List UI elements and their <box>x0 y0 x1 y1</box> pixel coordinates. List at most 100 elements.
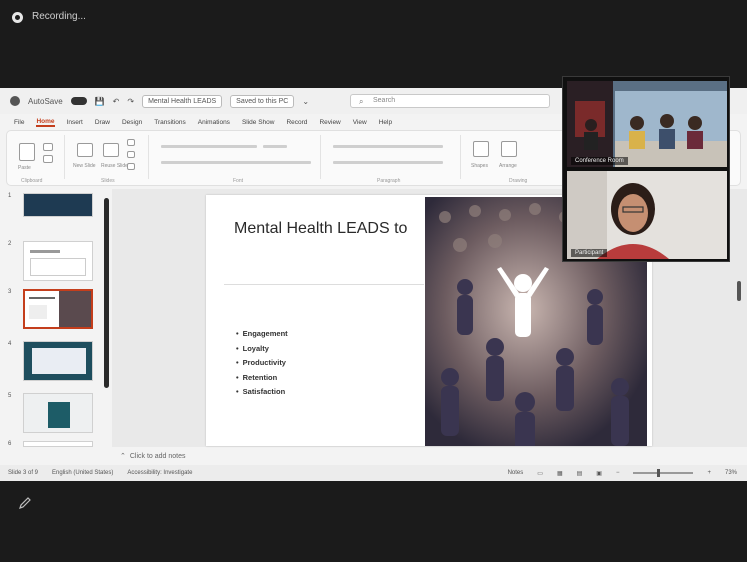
search-icon: ⌕ <box>359 97 364 106</box>
tab-review[interactable]: Review <box>319 119 340 126</box>
tab-animations[interactable]: Animations <box>198 119 230 126</box>
notes-placeholder: Click to add notes <box>129 452 186 460</box>
tab-file[interactable]: File <box>14 119 24 126</box>
recording-bar: Recording... <box>0 0 747 88</box>
slides-caption: Slides <box>101 178 115 184</box>
filename[interactable]: Mental Health LEADS <box>142 94 223 108</box>
recording-label: Recording... <box>32 11 86 22</box>
thumb-number: 2 <box>8 241 12 247</box>
layout-icon[interactable] <box>127 139 135 146</box>
paste-label: Paste <box>18 165 31 171</box>
slide-counter: Slide 3 of 9 <box>8 470 39 476</box>
tab-slide-show[interactable]: Slide Show <box>242 119 275 126</box>
chevron-down-icon[interactable]: ⌄ <box>302 97 309 106</box>
new-slide-icon[interactable] <box>77 143 93 157</box>
font-name-box[interactable] <box>161 145 257 148</box>
font-caption: Font <box>233 178 244 184</box>
zoom-out-icon[interactable]: − <box>616 470 620 476</box>
cut-icon[interactable] <box>43 143 53 151</box>
thumb-number: 6 <box>8 441 12 447</box>
align-buttons[interactable] <box>333 161 443 164</box>
video-tile-participant[interactable]: Participant <box>567 171 727 259</box>
tab-view[interactable]: View <box>353 119 367 126</box>
participant-name: Conference Room <box>571 157 628 165</box>
notes-button[interactable]: Notes <box>508 470 524 476</box>
slide-thumbnail[interactable] <box>23 193 93 217</box>
search-placeholder: Search <box>373 97 396 104</box>
tab-transitions[interactable]: Transitions <box>154 119 186 126</box>
new-slide-label: New Slide <box>73 163 96 169</box>
video-tile-conference-room[interactable]: Conference Room <box>567 81 727 167</box>
slide-thumbnail[interactable] <box>23 393 93 433</box>
tab-insert[interactable]: Insert <box>67 119 83 126</box>
slideshow-icon[interactable]: ▣ <box>596 470 602 477</box>
zoom-level[interactable]: 73% <box>725 470 737 476</box>
bullet-item: Productivity <box>236 356 288 371</box>
thumb-number: 3 <box>8 289 12 295</box>
font-format-buttons[interactable] <box>161 161 311 164</box>
saved-state[interactable]: Saved to this PC <box>230 94 295 108</box>
slide-title[interactable]: Mental Health LEADS to <box>234 219 414 239</box>
participant-name: Participant <box>571 249 608 257</box>
paste-icon[interactable] <box>19 143 35 161</box>
slide-sorter-icon[interactable]: ▦ <box>557 470 563 477</box>
bullet-item: Engagement <box>236 327 288 342</box>
drawing-group: Shapes Arrange <box>465 135 555 179</box>
record-indicator-icon <box>12 12 23 23</box>
slide-thumbnails-pane: 1 2 3 4 5 6 <box>0 189 110 447</box>
thumb-number: 5 <box>8 393 12 399</box>
thumbnail-scrollbar[interactable] <box>104 198 109 388</box>
slide-thumbnail[interactable] <box>23 341 93 381</box>
arrange-icon[interactable] <box>501 141 517 157</box>
pen-icon[interactable] <box>18 496 32 510</box>
save-icon[interactable]: 💾 <box>95 97 105 106</box>
tab-home[interactable]: Home <box>36 118 55 127</box>
vertical-scrollbar[interactable] <box>737 281 741 301</box>
thumb-number: 1 <box>8 193 12 199</box>
zoom-in-icon[interactable]: + <box>707 470 711 476</box>
clipboard-group: Paste <box>11 135 65 179</box>
drawing-caption: Drawing <box>509 178 528 184</box>
list-buttons[interactable] <box>333 145 443 148</box>
copy-icon[interactable] <box>43 155 53 163</box>
undo-icon[interactable]: ↶ <box>113 97 120 106</box>
font-group <box>153 135 321 179</box>
paragraph-group <box>325 135 461 179</box>
zoom-slider[interactable] <box>633 469 694 477</box>
bullet-item: Retention <box>236 371 288 386</box>
search-input[interactable]: ⌕ Search <box>350 94 550 108</box>
app-logo-icon <box>10 96 20 106</box>
clipboard-caption: Clipboard <box>21 178 43 184</box>
autosave-toggle[interactable] <box>70 97 87 105</box>
bottom-toolbar <box>0 481 747 562</box>
normal-view-icon[interactable]: ▭ <box>537 470 543 477</box>
redo-icon[interactable]: ↷ <box>127 97 134 106</box>
accessibility-status[interactable]: Accessibility: Investigate <box>127 470 192 476</box>
notes-pane[interactable]: ⌃ Click to add notes <box>112 449 747 463</box>
thumb-number: 4 <box>8 341 12 347</box>
shapes-icon[interactable] <box>473 141 489 157</box>
slide-bullet-list[interactable]: Engagement Loyalty Productivity Retentio… <box>236 327 288 400</box>
tab-help[interactable]: Help <box>379 119 392 126</box>
tab-draw[interactable]: Draw <box>95 119 110 126</box>
reuse-slides-icon[interactable] <box>103 143 119 157</box>
reading-view-icon[interactable]: ▤ <box>577 470 583 477</box>
reset-icon[interactable] <box>127 151 135 158</box>
slides-group: New Slide Reuse Slides <box>69 135 149 179</box>
slide-thumbnail[interactable] <box>23 441 93 447</box>
section-icon[interactable] <box>127 163 135 170</box>
language-indicator[interactable]: English (United States) <box>52 470 113 476</box>
status-bar: Slide 3 of 9 English (United States) Acc… <box>0 465 747 481</box>
tab-record[interactable]: Record <box>286 119 307 126</box>
shapes-label: Shapes <box>471 163 488 169</box>
slide-divider <box>224 284 424 285</box>
slide-thumbnail[interactable] <box>23 241 93 281</box>
arrange-label: Arrange <box>499 163 517 169</box>
tab-design[interactable]: Design <box>122 119 142 126</box>
paragraph-caption: Paragraph <box>377 178 401 184</box>
chevron-up-icon[interactable]: ⌃ <box>120 452 126 460</box>
autosave-label: AutoSave <box>28 96 63 106</box>
bullet-item: Satisfaction <box>236 385 288 400</box>
font-size-box[interactable] <box>263 145 287 148</box>
slide-thumbnail-selected[interactable] <box>23 289 93 329</box>
